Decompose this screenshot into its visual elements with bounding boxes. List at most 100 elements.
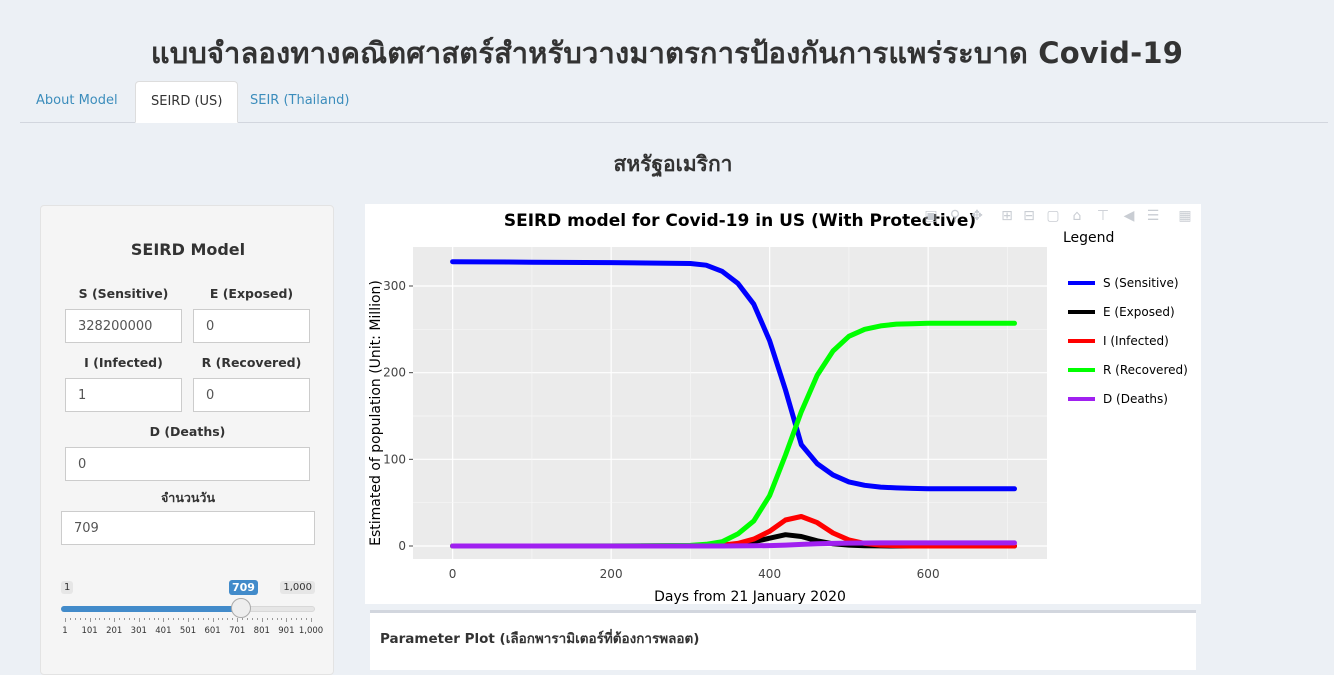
- slider-handle[interactable]: [231, 598, 251, 618]
- slider-minor-tick: [301, 618, 303, 620]
- legend-entry: I (Infected): [1103, 334, 1169, 348]
- plot-area: [413, 247, 1047, 559]
- zoom-out-icon[interactable]: ⊟: [1021, 208, 1037, 224]
- tab-bar: About Model SEIRD (US) SEIR (Thailand): [20, 81, 1328, 123]
- slider-minor-tick: [153, 618, 155, 620]
- slider-tick: [188, 618, 189, 622]
- parameter-plot-title: Parameter Plot (เลือกพารามิเตอร์ที่ต้องก…: [380, 631, 700, 647]
- slider-minor-tick: [251, 618, 253, 620]
- days-label: จำนวนวัน: [160, 490, 216, 505]
- slider-minor-tick: [197, 618, 199, 620]
- slider-tick: [261, 618, 263, 622]
- slider-ticks: 1 101 201 301 401 501 601 701 801 901 1,000: [61, 618, 323, 640]
- slider-minor-tick: [222, 618, 224, 620]
- d-label: D (Deaths): [149, 424, 226, 439]
- slider-minor-tick: [94, 618, 96, 620]
- days-input[interactable]: [61, 511, 315, 545]
- slider-tick-label: 601: [204, 626, 221, 636]
- y-tick-label: 0: [398, 539, 406, 553]
- legend-title: Legend: [1063, 230, 1114, 246]
- s-label: S (Sensitive): [78, 286, 169, 301]
- slider-minor-tick: [128, 618, 130, 620]
- slider-minor-tick: [247, 618, 249, 620]
- slider-minor-tick: [173, 618, 175, 620]
- slider-minor-tick: [242, 618, 244, 620]
- slider-minor-tick: [207, 618, 209, 620]
- home-icon[interactable]: ⌂: [1069, 208, 1085, 224]
- legend-entry: R (Recovered): [1103, 363, 1188, 377]
- slider-minor-tick: [104, 618, 106, 620]
- slider-minor-tick: [158, 618, 160, 620]
- legend-entry: S (Sensitive): [1103, 276, 1179, 290]
- hover-closest-icon[interactable]: ◀: [1121, 208, 1137, 224]
- slider-minor-tick: [291, 618, 293, 620]
- slider-tick: [237, 618, 239, 622]
- slider-max-label: 1,000: [280, 581, 315, 594]
- seird-chart-svg: 0 200 400 600 0 100 200 300 SEIRD model for Covi…: [368, 211, 1188, 605]
- r-input[interactable]: [193, 378, 310, 412]
- slider-min-label: 1: [61, 581, 74, 594]
- slider-minor-tick: [217, 618, 219, 620]
- s-input[interactable]: [65, 309, 182, 343]
- slider-tick: [212, 618, 214, 622]
- autoscale-icon[interactable]: ▢: [1045, 208, 1061, 224]
- slider-tick: [89, 618, 91, 622]
- y-axis-label: Estimated of population (Unit: Million): [368, 280, 384, 546]
- slider-minor-tick: [296, 618, 298, 620]
- slider-tick-label: 1,000: [298, 626, 324, 636]
- slider-minor-tick: [306, 618, 308, 620]
- d-input[interactable]: [65, 447, 310, 481]
- legend-entry: D (Deaths): [1103, 392, 1168, 406]
- chart-title: SEIRD model for Covid-19 in US (With Pro…: [504, 211, 976, 231]
- days-slider[interactable]: 1 1,000 709 1 101 201 301 401 501 601 701 801 901…: [61, 578, 323, 640]
- slider-minor-tick: [109, 618, 111, 620]
- x-axis-label: Days from 21 January 2020: [654, 589, 846, 604]
- tab-about-model[interactable]: About Model: [21, 81, 133, 121]
- r-label: R (Recovered): [201, 355, 302, 370]
- slider-minor-tick: [232, 618, 234, 620]
- slider-fill: [61, 606, 241, 612]
- y-tick-label: 100: [383, 452, 406, 466]
- slider-minor-tick: [266, 618, 268, 620]
- slider-minor-tick: [227, 618, 229, 620]
- slider-minor-tick: [178, 618, 180, 620]
- slider-tick-label: 1: [62, 626, 68, 636]
- zoom-in-icon[interactable]: ⊞: [999, 208, 1015, 224]
- plotly-logo-icon[interactable]: ▦: [1177, 208, 1193, 224]
- camera-icon[interactable]: ▣: [923, 208, 939, 224]
- e-input[interactable]: [193, 309, 310, 343]
- slider-minor-tick: [183, 618, 185, 620]
- i-input[interactable]: [65, 378, 182, 412]
- tab-seird-us[interactable]: SEIRD (US): [135, 81, 239, 123]
- parameter-plot-card: Parameter Plot (เลือกพารามิเตอร์ที่ต้องก…: [370, 610, 1196, 670]
- slider-tick-label: 301: [130, 626, 147, 636]
- seird-plot[interactable]: 0 200 400 600 0 100 200 300 SEIRD model for Covi…: [365, 204, 1201, 605]
- slider-tick-label: 501: [179, 626, 197, 636]
- slider-tick: [65, 618, 66, 622]
- slider-minor-tick: [124, 618, 126, 620]
- spike-lines-icon[interactable]: ⊤: [1095, 208, 1111, 224]
- slider-minor-tick: [256, 618, 258, 620]
- slider-minor-tick: [99, 618, 101, 620]
- slider-tick: [286, 618, 288, 622]
- slider-minor-tick: [281, 618, 283, 620]
- plot-modebar: ▣ ⚲ ✥ ⊞ ⊟ ▢ ⌂ ⊤ ◀ ☰ ▦: [923, 208, 1193, 224]
- app-title: แบบจำลองทางคณิตศาสตร์สำหรับวางมาตรการป้อ…: [150, 36, 1184, 70]
- section-title: สหรัฐอเมริกา: [613, 152, 733, 176]
- slider-minor-tick: [143, 618, 145, 620]
- slider-minor-tick: [202, 618, 204, 620]
- slider-minor-tick: [84, 618, 86, 620]
- hover-compare-icon[interactable]: ☰: [1145, 208, 1161, 224]
- slider-tick: [163, 618, 165, 622]
- slider-minor-tick: [74, 618, 76, 620]
- legend-entry: E (Exposed): [1103, 305, 1175, 319]
- slider-tick-label: 701: [229, 626, 246, 636]
- e-label: E (Exposed): [209, 286, 294, 301]
- tab-seir-thailand[interactable]: SEIR (Thailand): [235, 81, 364, 121]
- slider-tick: [114, 618, 116, 622]
- zoom-icon[interactable]: ⚲: [947, 208, 963, 224]
- slider-tick-label: 201: [106, 626, 123, 636]
- pan-icon[interactable]: ✥: [969, 208, 985, 224]
- slider-minor-tick: [276, 618, 278, 620]
- i-label: I (Infected): [84, 355, 163, 370]
